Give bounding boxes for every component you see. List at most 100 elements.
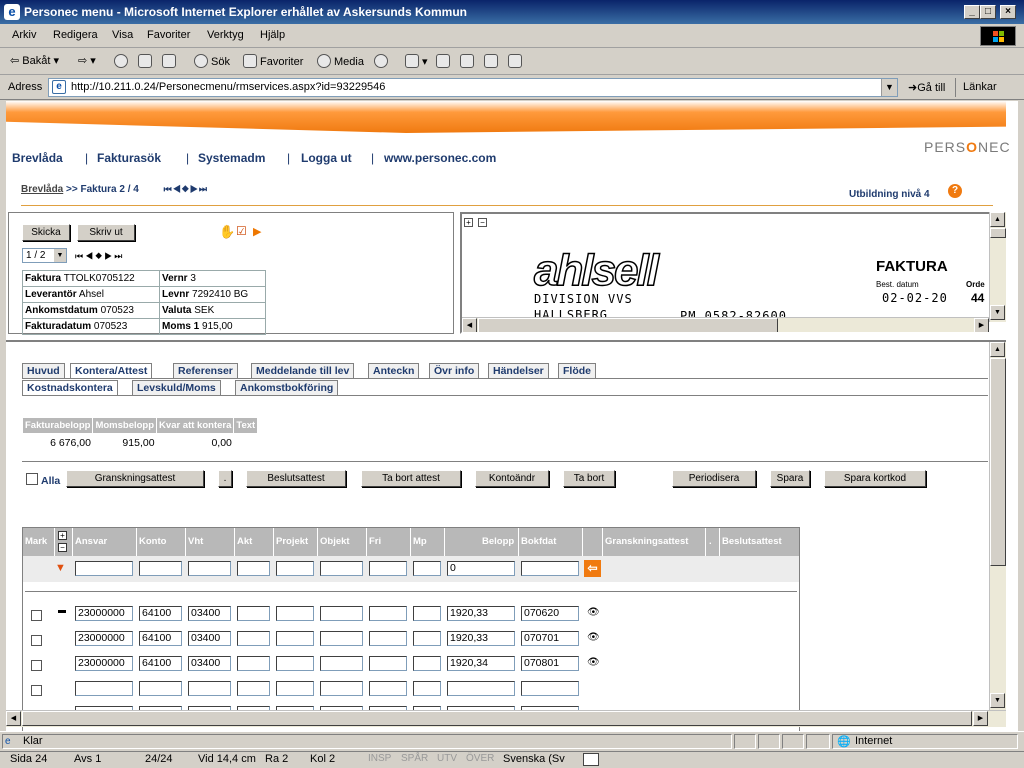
nav-systemadm[interactable]: Systemadm bbox=[198, 151, 265, 165]
back-arrow-icon[interactable]: ⇦ bbox=[584, 560, 601, 577]
row-vht-input[interactable]: 03400 bbox=[188, 631, 231, 646]
print-button[interactable] bbox=[436, 54, 453, 68]
scroll-left-icon[interactable]: ◀ bbox=[462, 318, 477, 332]
scroll-thumb[interactable] bbox=[478, 318, 778, 332]
nav-personec-link[interactable]: www.personec.com bbox=[384, 151, 496, 165]
filter-objekt-input[interactable] bbox=[320, 561, 363, 576]
tab-anteckn[interactable]: Anteckn bbox=[368, 363, 420, 378]
invoice-image-viewer[interactable]: + − ahlsell DIVISION VVS HALLSBERG PM 05… bbox=[460, 212, 1006, 334]
remove-button[interactable]: Ta bort bbox=[563, 470, 615, 487]
expand-icon[interactable]: + bbox=[58, 531, 67, 540]
tab-referenser[interactable]: Referenser bbox=[173, 363, 238, 378]
refresh-button[interactable] bbox=[138, 54, 155, 68]
scroll-left-icon[interactable]: ◀ bbox=[6, 711, 21, 726]
edit-button[interactable] bbox=[460, 54, 477, 68]
eye-icon[interactable]: 👁 bbox=[587, 632, 600, 643]
filter-belopp-input[interactable]: 0 bbox=[447, 561, 515, 576]
row-bokfdat-input[interactable] bbox=[521, 681, 579, 696]
row-ansvar-input[interactable]: 23000000 bbox=[75, 606, 133, 621]
row-fri-input[interactable] bbox=[369, 656, 407, 671]
word-ext[interactable]: UTV bbox=[437, 753, 457, 764]
tab-meddelande[interactable]: Meddelande till lev bbox=[251, 363, 355, 378]
stop-button[interactable] bbox=[114, 54, 131, 68]
forward-icon[interactable]: ▶ bbox=[253, 225, 261, 238]
filter-mp-input[interactable] bbox=[413, 561, 441, 576]
filter-vht-input[interactable] bbox=[188, 561, 231, 576]
row-konto-input[interactable]: 64100 bbox=[139, 631, 182, 646]
help-icon[interactable]: ? bbox=[948, 184, 962, 198]
address-input[interactable]: e http://10.211.0.24/Personecmenu/rmserv… bbox=[48, 78, 898, 97]
row-mp-input[interactable] bbox=[413, 681, 441, 696]
row-bokfdat-input[interactable]: 070620 bbox=[521, 606, 579, 621]
breadcrumb-brevlada[interactable]: Brevlåda bbox=[21, 184, 63, 195]
row-fri-input[interactable] bbox=[369, 606, 407, 621]
menu-redigera[interactable]: Redigera bbox=[53, 29, 98, 41]
row-objekt-input[interactable] bbox=[320, 681, 363, 696]
scroll-up-icon[interactable]: ▲ bbox=[990, 212, 1005, 227]
filter-fri-input[interactable] bbox=[369, 561, 407, 576]
row-objekt-input[interactable] bbox=[320, 656, 363, 671]
row-akt-input[interactable] bbox=[237, 606, 270, 621]
mail-button[interactable]: ▾ bbox=[405, 54, 428, 68]
row-fri-input[interactable] bbox=[369, 631, 407, 646]
tab-levskuld-moms[interactable]: Levskuld/Moms bbox=[132, 380, 221, 395]
periodize-button[interactable]: Periodisera bbox=[672, 470, 756, 487]
page-nav-arrows[interactable]: ⏮◀◆▶⏭ bbox=[75, 251, 124, 262]
row-mp-input[interactable] bbox=[413, 606, 441, 621]
back-button[interactable]: ⇦ Bakåt ▾ bbox=[10, 54, 59, 67]
scroll-thumb[interactable] bbox=[990, 358, 1006, 566]
attest-icon[interactable]: ☑ bbox=[236, 224, 247, 238]
scroll-right-icon[interactable]: ▶ bbox=[973, 711, 988, 726]
menu-verktyg[interactable]: Verktyg bbox=[207, 29, 244, 41]
filter-icon[interactable]: ▼ bbox=[55, 562, 66, 574]
row-checkbox[interactable] bbox=[31, 685, 42, 696]
filter-konto-input[interactable] bbox=[139, 561, 182, 576]
tab-ankomstbokforing[interactable]: Ankomstbokföring bbox=[235, 380, 339, 395]
row-projekt-input[interactable] bbox=[276, 656, 314, 671]
forward-button[interactable]: ⇨ ▾ bbox=[78, 54, 96, 67]
go-button[interactable]: ➜Gå till bbox=[908, 81, 945, 94]
nav-brevlada[interactable]: Brevlåda bbox=[12, 151, 63, 165]
row-objekt-input[interactable] bbox=[320, 606, 363, 621]
tab-kontera-attest[interactable]: Kontera/Attest bbox=[70, 363, 153, 378]
remove-attest-button[interactable]: Ta bort attest bbox=[361, 470, 461, 487]
save-button[interactable]: Spara bbox=[770, 470, 810, 487]
scroll-down-icon[interactable]: ▼ bbox=[990, 305, 1005, 320]
row-belopp-input[interactable]: 1920,34 bbox=[447, 656, 515, 671]
tab-ovr-info[interactable]: Övr info bbox=[429, 363, 480, 378]
row-ansvar-input[interactable]: 23000000 bbox=[75, 656, 133, 671]
media-button[interactable]: Media bbox=[317, 54, 364, 68]
send-button[interactable]: Skicka bbox=[22, 224, 70, 241]
print-button[interactable]: Skriv ut bbox=[77, 224, 135, 241]
address-dropdown-icon[interactable]: ▼ bbox=[881, 79, 897, 96]
page-select[interactable]: 1 / 2 ▼ bbox=[22, 248, 67, 263]
history-button[interactable] bbox=[374, 54, 391, 68]
main-horizontal-scrollbar[interactable]: ◀ ▶ bbox=[6, 710, 1006, 727]
invoice-nav-arrows[interactable]: ⏮◀◆▶⏭ bbox=[164, 184, 208, 194]
account-change-button[interactable]: Kontoändr bbox=[475, 470, 549, 487]
row-akt-input[interactable] bbox=[237, 631, 270, 646]
zoom-out-icon[interactable]: − bbox=[478, 218, 487, 227]
home-button[interactable] bbox=[162, 54, 179, 68]
nav-fakturasok[interactable]: Fakturasök bbox=[97, 151, 161, 165]
row-ansvar-input[interactable]: 23000000 bbox=[75, 631, 133, 646]
row-fri-input[interactable] bbox=[369, 681, 407, 696]
eye-icon[interactable]: 👁 bbox=[587, 657, 600, 668]
tab-kostnadskontera[interactable]: Kostnadskontera bbox=[22, 380, 118, 395]
row-bokfdat-input[interactable]: 070801 bbox=[521, 656, 579, 671]
scroll-thumb[interactable] bbox=[990, 228, 1006, 238]
row-belopp-input[interactable]: 1920,33 bbox=[447, 606, 515, 621]
row-projekt-input[interactable] bbox=[276, 681, 314, 696]
menu-visa[interactable]: Visa bbox=[112, 29, 133, 41]
collapse-icon[interactable]: − bbox=[58, 543, 67, 552]
row-konto-input[interactable]: 64100 bbox=[139, 606, 182, 621]
row-konto-input[interactable] bbox=[139, 681, 182, 696]
close-button[interactable]: × bbox=[1000, 5, 1016, 19]
row-collapse-icon[interactable] bbox=[58, 610, 66, 613]
row-belopp-input[interactable] bbox=[447, 681, 515, 696]
nav-logga-ut[interactable]: Logga ut bbox=[301, 151, 352, 165]
word-track[interactable]: SPÅR bbox=[401, 753, 428, 764]
row-akt-input[interactable] bbox=[237, 656, 270, 671]
main-vertical-scrollbar[interactable]: ▲ ▼ bbox=[989, 342, 1006, 710]
row-objekt-input[interactable] bbox=[320, 631, 363, 646]
